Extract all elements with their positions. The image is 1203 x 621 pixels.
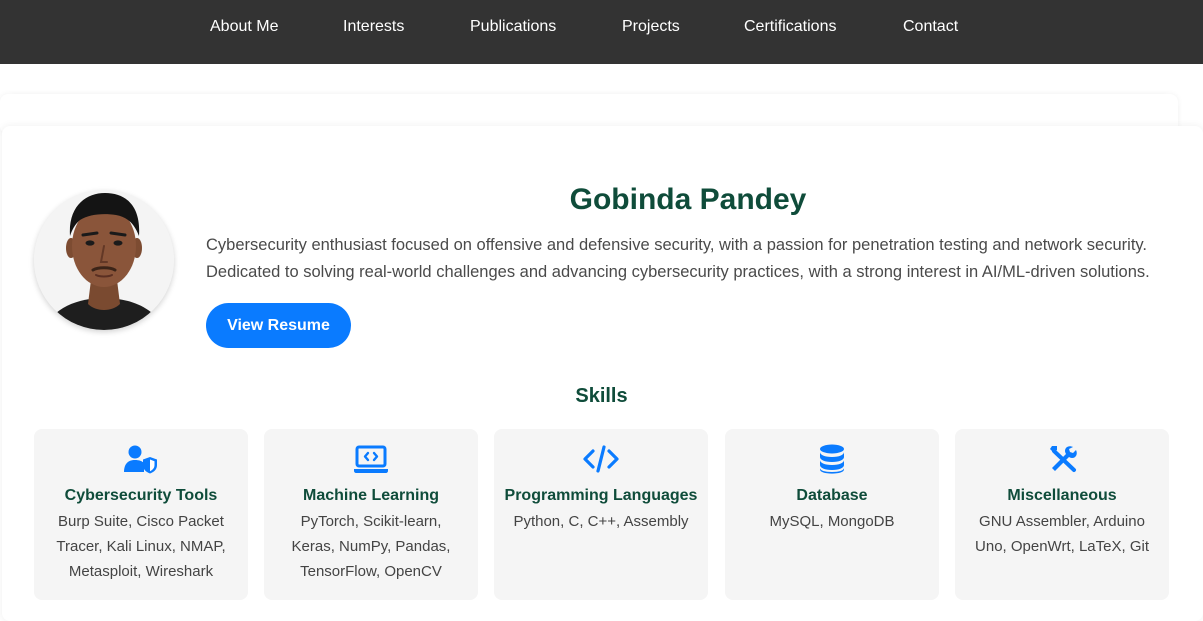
profile-photo-graphic: [34, 190, 174, 330]
nav-link-contact[interactable]: Contact: [903, 17, 958, 37]
skills-heading: Skills: [575, 385, 628, 407]
view-resume-button[interactable]: View Resume: [206, 303, 351, 348]
profile-name: Gobinda Pandey: [569, 183, 807, 216]
skill-card-items: GNU Assembler, Arduino Uno, OpenWrt, LaT…: [975, 513, 1149, 555]
skill-card-cybersecurity-tools: Cybersecurity Tools Burp Suite, Cisco Pa…: [34, 429, 248, 600]
bio-line-2: Dedicated to solving real-world challeng…: [206, 263, 1150, 281]
skill-card-database: Database MySQL, MongoDB: [725, 429, 939, 600]
skill-card-programming-languages: Programming Languages Python, C, C++, As…: [494, 429, 708, 600]
skill-card-miscellaneous: Miscellaneous GNU Assembler, Arduino Uno…: [955, 429, 1169, 600]
nav-link-interests[interactable]: Interests: [343, 17, 404, 37]
bio-line-1: Cybersecurity enthusiast focused on offe…: [206, 236, 1148, 254]
nav-link-about-me[interactable]: About Me: [210, 17, 278, 37]
skill-card-machine-learning: Machine Learning PyTorch, Scikit-learn, …: [264, 429, 478, 600]
navbar: About Me Interests Publications Projects…: [0, 0, 1203, 64]
nav-link-certifications[interactable]: Certifications: [744, 17, 836, 37]
skill-card-title: Machine Learning: [302, 487, 440, 504]
skill-card-title: Miscellaneous: [1007, 487, 1117, 504]
skill-card-items: Python, C, C++, Assembly: [513, 513, 689, 530]
tools-icon: [1044, 443, 1080, 475]
skill-card-title: Database: [796, 487, 868, 504]
skill-card-items: Burp Suite, Cisco Packet Tracer, Kali Li…: [56, 513, 226, 580]
skill-card-items: PyTorch, Scikit-learn, Keras, NumPy, Pan…: [291, 513, 451, 580]
laptop-code-icon: [353, 443, 389, 475]
code-icon: [583, 443, 619, 475]
database-icon: [814, 443, 850, 475]
user-shield-icon: [123, 443, 159, 475]
skill-card-items: MySQL, MongoDB: [769, 513, 895, 530]
nav-link-projects[interactable]: Projects: [622, 17, 680, 37]
skill-card-title: Programming Languages: [504, 487, 698, 504]
nav-link-publications[interactable]: Publications: [470, 17, 556, 37]
skill-card-title: Cybersecurity Tools: [64, 487, 218, 504]
profile-bio: Cybersecurity enthusiast focused on offe…: [206, 232, 1181, 286]
profile-photo: [34, 190, 174, 330]
